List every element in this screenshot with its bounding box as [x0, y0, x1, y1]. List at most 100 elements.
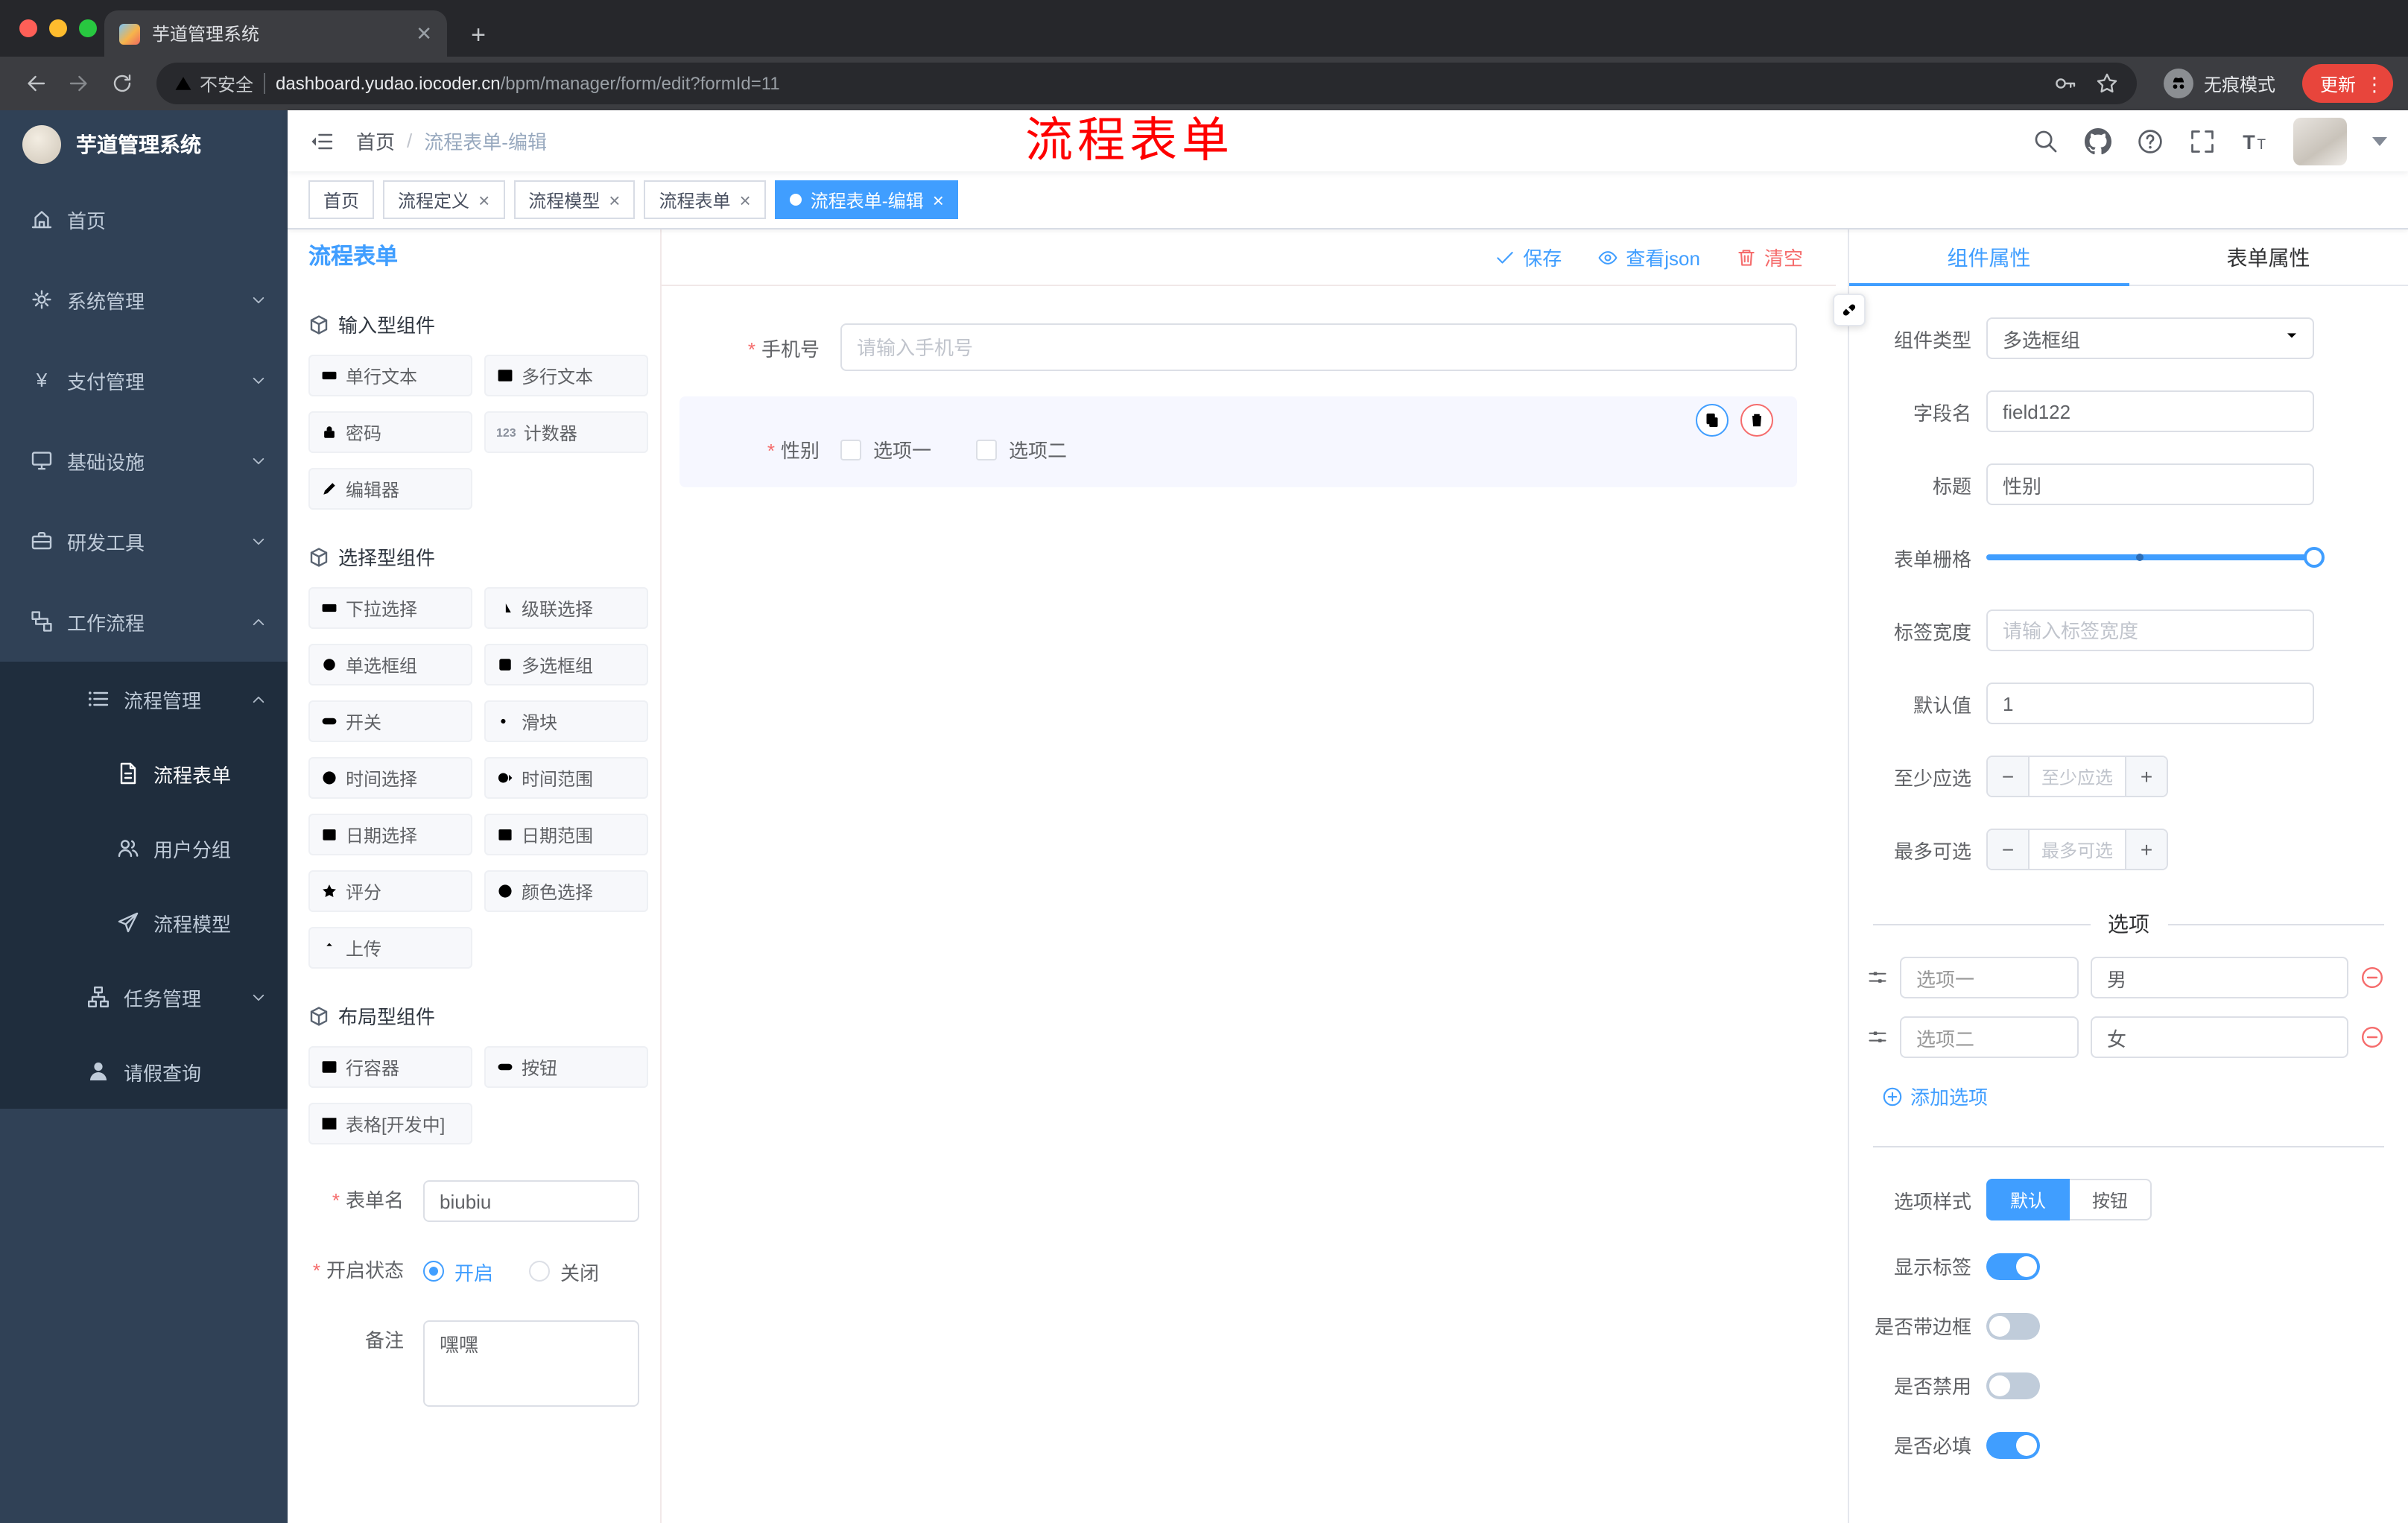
reload-button[interactable]	[101, 63, 142, 104]
github-icon[interactable]	[2085, 127, 2111, 154]
grid-slider[interactable]	[1986, 547, 2325, 568]
sidebar-item-process-form[interactable]: 流程表单	[0, 736, 288, 811]
component-type-value[interactable]	[1986, 317, 2314, 359]
close-icon[interactable]: ×	[933, 190, 944, 209]
disabled-toggle[interactable]	[1986, 1372, 2040, 1399]
style-default-button[interactable]: 默认	[1986, 1179, 2070, 1220]
decrease-button[interactable]: −	[1988, 830, 2030, 869]
sidebar-item-process-model[interactable]: 流程模型	[0, 885, 288, 960]
checkbox[interactable]	[840, 439, 861, 460]
sidebar-collapse-button[interactable]	[288, 110, 356, 171]
title-input[interactable]	[1986, 463, 2314, 505]
forward-button[interactable]	[58, 63, 98, 104]
required-toggle[interactable]	[1986, 1431, 2040, 1458]
remove-option-button[interactable]	[2360, 966, 2384, 990]
comp-date-picker[interactable]: 日期选择	[308, 814, 472, 855]
drag-handle-icon[interactable]	[1867, 967, 1888, 988]
tab-component-props[interactable]: 组件属性	[1849, 229, 2129, 286]
comp-checkbox-group[interactable]: 多选框组	[484, 644, 648, 685]
help-icon[interactable]	[2137, 127, 2164, 154]
comp-table[interactable]: 表格[开发中]	[308, 1103, 472, 1144]
checkbox[interactable]	[976, 439, 998, 460]
comp-slider[interactable]: 滑块	[484, 700, 648, 742]
canvas-field-phone[interactable]: 手机号	[679, 310, 1797, 384]
save-button[interactable]: 保存	[1495, 243, 1562, 271]
component-type-select[interactable]	[1986, 317, 2314, 359]
font-size-icon[interactable]: TT	[2241, 127, 2268, 154]
tag-process-form-edit[interactable]: 流程表单-编辑 ×	[774, 180, 959, 219]
status-on-radio[interactable]: 开启	[423, 1257, 493, 1285]
close-window-button[interactable]	[19, 19, 37, 37]
option-label-input[interactable]	[1900, 957, 2079, 998]
drag-handle-icon[interactable]	[1867, 1027, 1888, 1048]
max-select-value[interactable]: 最多可选	[2030, 830, 2125, 869]
option-value-input[interactable]	[2091, 957, 2348, 998]
comp-time-range[interactable]: 时间范围	[484, 757, 648, 799]
delete-component-button[interactable]	[1740, 404, 1773, 437]
zoom-window-button[interactable]	[79, 19, 97, 37]
decrease-button[interactable]: −	[1988, 757, 2030, 796]
back-button[interactable]	[15, 63, 55, 104]
comp-counter[interactable]: 123 计数器	[484, 411, 648, 453]
comp-switch[interactable]: 开关	[308, 700, 472, 742]
site-security-label[interactable]: 不安全	[174, 71, 253, 96]
remove-option-button[interactable]	[2360, 1025, 2384, 1049]
minimize-window-button[interactable]	[49, 19, 67, 37]
sidebar-item-payment[interactable]: ¥ 支付管理	[0, 340, 288, 420]
fullscreen-icon[interactable]	[2189, 127, 2216, 154]
comp-upload[interactable]: 上传	[308, 927, 472, 969]
canvas-field-gender[interactable]: 性别 选项一 选项二	[679, 396, 1797, 487]
comp-select[interactable]: 下拉选择	[308, 587, 472, 629]
increase-button[interactable]: +	[2125, 757, 2167, 796]
form-name-input[interactable]	[423, 1180, 639, 1222]
min-select-value[interactable]: 至少应选	[2030, 757, 2125, 796]
comp-single-line-text[interactable]: 单行文本	[308, 355, 472, 396]
tag-process-definition[interactable]: 流程定义 ×	[383, 180, 505, 219]
view-json-button[interactable]: 查看json	[1597, 243, 1700, 271]
tab-close-icon[interactable]: ✕	[416, 24, 432, 43]
sidebar-item-system[interactable]: 系统管理	[0, 259, 288, 340]
tag-home[interactable]: 首页	[308, 180, 375, 219]
add-option-button[interactable]: 添加选项	[1882, 1082, 2408, 1110]
comp-row-container[interactable]: 行容器	[308, 1046, 472, 1088]
option-value-input[interactable]	[2091, 1016, 2348, 1058]
sidebar-item-devtools[interactable]: 研发工具	[0, 501, 288, 581]
breadcrumb-home[interactable]: 首页	[356, 127, 395, 155]
sidebar-item-leave-query[interactable]: 请假查询	[0, 1034, 288, 1109]
browser-menu-icon[interactable]: ⋮	[2365, 74, 2384, 93]
browser-tab[interactable]: 芋道管理系统 ✕	[104, 10, 447, 57]
copy-component-button[interactable]	[1696, 404, 1729, 437]
comp-cascader[interactable]: 级联选择	[484, 587, 648, 629]
address-bar[interactable]: 不安全 dashboard.yudao.iocoder.cn/bpm/manag…	[156, 63, 2137, 104]
sidebar-item-infrastructure[interactable]: 基础设施	[0, 420, 288, 501]
field-name-input[interactable]	[1986, 390, 2314, 432]
sidebar-item-process-management[interactable]: 流程管理	[0, 662, 288, 736]
show-label-toggle[interactable]	[1986, 1253, 2040, 1279]
comp-button[interactable]: 按钮	[484, 1046, 648, 1088]
comp-password[interactable]: 密码	[308, 411, 472, 453]
sidebar-item-task-management[interactable]: 任务管理	[0, 960, 288, 1034]
increase-button[interactable]: +	[2125, 830, 2167, 869]
sidebar-item-home[interactable]: 首页	[0, 179, 288, 259]
comp-time-picker[interactable]: 时间选择	[308, 757, 472, 799]
new-tab-button[interactable]: +	[459, 15, 498, 57]
tag-process-form[interactable]: 流程表单 ×	[644, 180, 766, 219]
close-icon[interactable]: ×	[478, 190, 489, 209]
comp-color-picker[interactable]: 颜色选择	[484, 870, 648, 912]
border-toggle[interactable]	[1986, 1312, 2040, 1339]
gender-option-1[interactable]: 选项一	[840, 435, 931, 463]
style-button-button[interactable]: 按钮	[2070, 1179, 2152, 1220]
comp-radio-group[interactable]: 单选框组	[308, 644, 472, 685]
sidebar-item-user-group[interactable]: 用户分组	[0, 811, 288, 885]
status-off-radio[interactable]: 关闭	[529, 1257, 599, 1285]
form-remark-input[interactable]: 嘿嘿	[423, 1320, 639, 1407]
option-label-input[interactable]	[1900, 1016, 2079, 1058]
bookmark-star-icon[interactable]	[2095, 72, 2119, 95]
tab-form-props[interactable]: 表单属性	[2129, 229, 2408, 285]
sidebar-item-workflow[interactable]: 工作流程	[0, 581, 288, 662]
label-width-input[interactable]	[1986, 609, 2314, 651]
user-avatar[interactable]	[2293, 117, 2347, 165]
tag-process-model[interactable]: 流程模型 ×	[513, 180, 636, 219]
password-key-icon[interactable]	[2053, 72, 2077, 95]
comp-rate[interactable]: 评分	[308, 870, 472, 912]
